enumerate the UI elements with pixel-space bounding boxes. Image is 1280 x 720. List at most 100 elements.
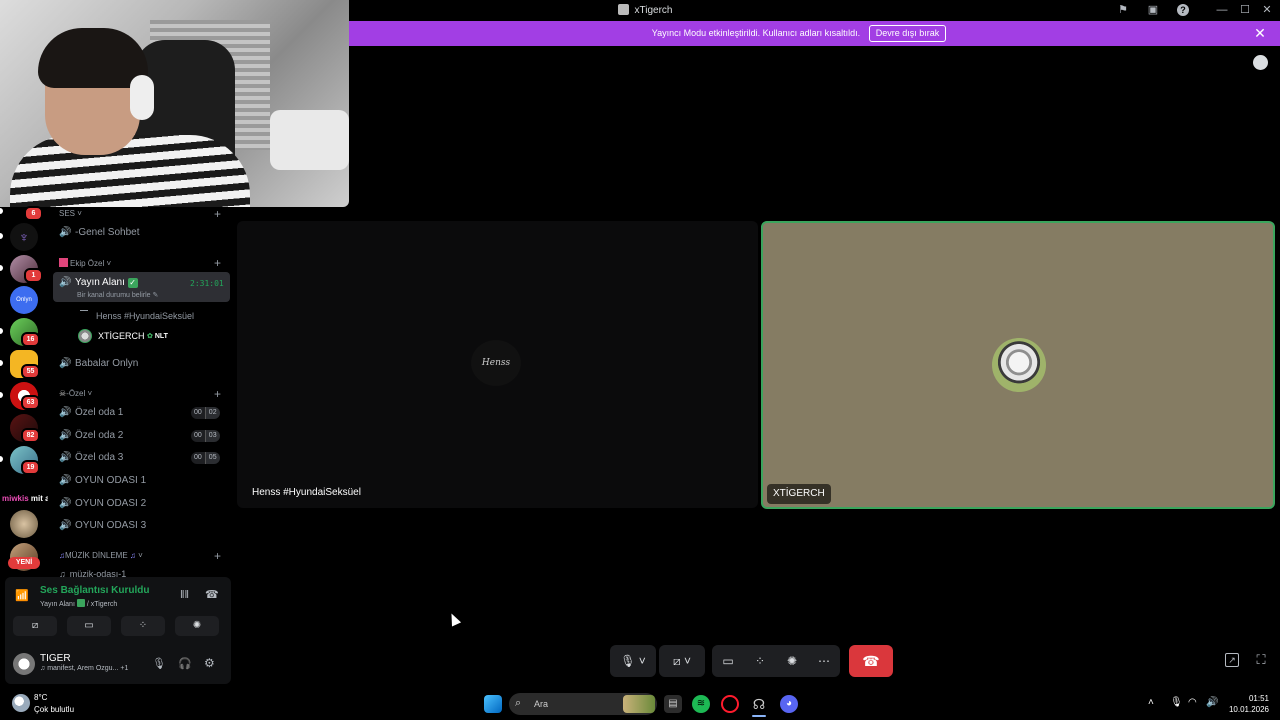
weather-temperature[interactable]: 8°C (34, 693, 47, 702)
fullscreen-icon[interactable]: ⛶ (1254, 653, 1268, 667)
badge: 1 (24, 268, 43, 283)
disconnect-icon[interactable]: ☎ (205, 588, 219, 601)
wifi-icon[interactable]: ◠ (1188, 697, 1197, 708)
screen-share-icon[interactable]: ▭ (716, 645, 740, 677)
voice-status[interactable]: Ses Bağlantısı Kuruldu (40, 585, 149, 596)
help-icon[interactable]: ? (1175, 3, 1191, 18)
weather-cloud-icon[interactable] (12, 694, 30, 712)
speaker-icon: 🔊 (59, 407, 72, 418)
channel-ozel-oda-1[interactable]: 🔊 Özel oda 1 (59, 407, 123, 418)
voice-location[interactable]: Yayın Alanı / xTigerch (40, 599, 117, 608)
webcam-overlay (0, 0, 349, 207)
camera-off-button[interactable]: ⧄ (13, 616, 57, 636)
clock-time[interactable]: 01:51 (1236, 694, 1269, 703)
badge: 6 (24, 206, 43, 221)
channel-ozel-oda-2[interactable]: 🔊 Özel oda 2 (59, 430, 123, 441)
voice-connection-panel: 📶 Ses Bağlantısı Kuruldu Yayın Alanı / x… (5, 577, 231, 684)
voice-member-name[interactable]: XTİGERCH (98, 331, 145, 341)
channel-oyun-odasi-2[interactable]: 🔊 OYUN ODASI 2 (59, 498, 146, 509)
add-channel-icon[interactable]: + (214, 549, 1270, 563)
badge: 16 (21, 332, 40, 347)
soundboard-button[interactable]: ✺ (175, 616, 219, 636)
windows-start-icon[interactable] (484, 695, 502, 713)
maximize-button[interactable]: ☐ (1237, 3, 1253, 18)
server-icon[interactable]: ♆ (10, 223, 38, 251)
new-badge[interactable]: YENİ (8, 557, 40, 569)
avatar (78, 329, 92, 343)
channel-status[interactable]: Bir kanal durumu belirle ✎ (77, 291, 158, 299)
mute-microphone-button[interactable]: 🎙 ˅ (610, 645, 656, 677)
minimize-button[interactable]: — (1214, 3, 1230, 18)
category-ozel[interactable]: ☠-Özel ˅ (59, 389, 92, 398)
channel-muzik-odasi-1[interactable]: ♫ müzik-odası-1 (59, 569, 126, 577)
banner-text: Yayıncı Modu etkinleştirildi. Kullanıcı … (651, 28, 861, 38)
settings-gear-icon[interactable]: ⚙ (204, 656, 215, 670)
category-ekip-ozel[interactable]: Ekip Özel ˅ (59, 258, 111, 268)
category-muzik[interactable]: ♫MÜZİK DİNLEME ♫ ˅ (59, 551, 143, 560)
microphone-tray-icon[interactable]: 🎙 (1170, 697, 1183, 708)
activities-button[interactable]: ⁘ (121, 616, 165, 636)
opera-gx-icon[interactable] (721, 695, 739, 713)
disable-streamer-mode-button[interactable]: Devre dışı bırak (868, 25, 947, 42)
channel-ozel-oda-3[interactable]: 🔊 Özel oda 3 (59, 452, 123, 463)
close-window-button[interactable]: ✕ (1259, 3, 1275, 18)
speaker-icon: 🔊 (59, 520, 72, 531)
discord-taskbar-icon[interactable]: ◕ (780, 695, 798, 713)
search-highlight-image (623, 695, 655, 713)
camera-toggle-button[interactable]: ⧄ ˅ (659, 645, 705, 677)
video-tile-xtigerch[interactable]: XTİGERCH (761, 221, 1275, 509)
add-channel-icon[interactable]: + (214, 207, 1270, 221)
volume-icon[interactable]: 🔊 (1206, 697, 1218, 708)
username[interactable]: TIGER (40, 653, 71, 664)
speaker-icon: 🔊 (59, 277, 72, 288)
channel-babalar-onlyn[interactable]: 🔊 Babalar Onlyn (59, 358, 138, 369)
server-icon[interactable]: Onlyn (10, 286, 38, 314)
speaker-icon: 🔊 (59, 430, 72, 441)
search-placeholder: Ara (534, 699, 549, 709)
close-icon[interactable]: ✕ (1252, 25, 1268, 41)
chat-icon[interactable] (1253, 55, 1268, 70)
noise-suppression-icon[interactable]: ‖‖ (180, 589, 189, 601)
search-icon: ⌕ (515, 697, 522, 709)
server-icon[interactable] (10, 510, 38, 538)
checkmark-icon: ✓ (127, 278, 138, 288)
microphone-icon[interactable]: 🎙 (152, 657, 166, 670)
voice-member[interactable]: Henss #HyundaiSeksüel (80, 310, 194, 321)
flag-icon[interactable]: ⚑ (1115, 3, 1131, 18)
channel-oyun-odasi-1[interactable]: 🔊 OYUN ODASI 1 (59, 475, 146, 486)
avatar: Henss (471, 340, 521, 386)
badge: 19 (21, 460, 40, 475)
screen-share-button[interactable]: ▭ (67, 616, 111, 636)
avatar[interactable] (13, 653, 35, 675)
mouse-cursor-icon (446, 611, 462, 627)
clock-date[interactable]: 10.01.2026 (1226, 705, 1269, 714)
tile-label: Henss #HyundaiSeksüel (252, 487, 361, 498)
category-ses[interactable]: SES ˅ (59, 209, 82, 218)
channel-oyun-odasi-3[interactable]: 🔊 OYUN ODASI 3 (59, 520, 146, 531)
task-view-icon[interactable]: ▤ (664, 695, 682, 713)
active-channel-name: 🔊 Yayın Alanı ✓ (59, 277, 138, 288)
disconnect-call-button[interactable]: ☎ (849, 645, 893, 677)
tile-label: XTİGERCH (767, 484, 831, 504)
speaker-icon: 🔊 (59, 227, 72, 238)
inbox-icon[interactable]: ▣ (1145, 3, 1161, 18)
spotify-icon[interactable]: ≋ (692, 695, 710, 713)
headphones-icon[interactable]: 🎧 (178, 657, 192, 670)
badge: 55 (21, 364, 40, 379)
voice-timer: 2:31:01 (190, 279, 224, 288)
speaker-icon: 🔊 (59, 498, 72, 509)
soundboard-icon[interactable]: ✺ (780, 645, 804, 677)
streamer-mode-banner: Yayıncı Modu etkinleştirildi. Kullanıcı … (349, 21, 1280, 46)
speaker-icon: 🔊 (59, 452, 72, 463)
weather-description[interactable]: Çok bulutlu (34, 705, 74, 714)
more-options-icon[interactable]: ⋯ (812, 645, 836, 677)
popout-icon[interactable]: ↗ (1225, 653, 1239, 667)
speaker-icon: 🔊 (59, 475, 72, 486)
discord-logo-icon (617, 4, 629, 15)
channel-genel-sohbet[interactable]: 🔊 -Genel Sohbet (59, 227, 140, 238)
video-tile-henss[interactable]: Henss Henss #HyundaiSeksüel (237, 221, 758, 508)
connection-icon[interactable]: 📶 (15, 589, 29, 603)
app-icon[interactable]: ☊ (750, 695, 768, 713)
activities-icon[interactable]: ⁘ (748, 645, 772, 677)
chevron-up-icon[interactable]: ˄ (1148, 697, 1154, 708)
